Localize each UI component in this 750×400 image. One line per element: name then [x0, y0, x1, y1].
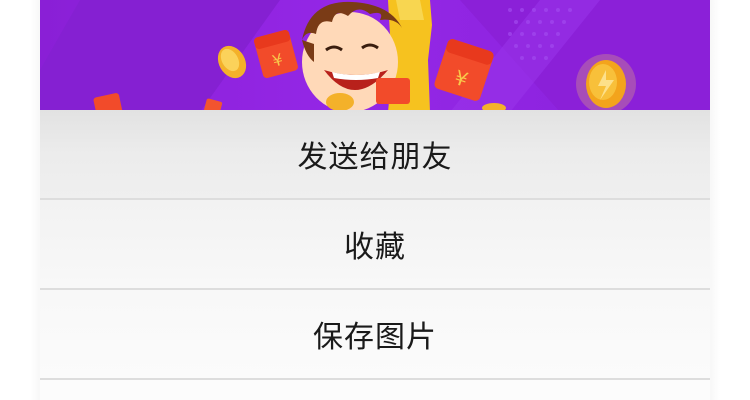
phone-screen: ¥ ¥ 发送给朋友 收藏 保存图片 [40, 0, 710, 400]
next-action-button[interactable] [40, 380, 710, 400]
promo-banner-image: ¥ ¥ [40, 0, 710, 112]
gold-coin-icon [576, 54, 636, 112]
banner-illustration: ¥ ¥ [40, 0, 710, 112]
share-action-sheet: 发送给朋友 收藏 保存图片 [40, 110, 710, 400]
send-to-friend-button[interactable]: 发送给朋友 [40, 110, 710, 198]
save-image-button[interactable]: 保存图片 [40, 290, 710, 378]
cartoon-boy-icon [302, 0, 432, 112]
screen: ¥ ¥ 发送给朋友 收藏 保存图片 [0, 0, 750, 400]
right-edge-shadow [710, 0, 720, 400]
red-packet-icon: ¥ [254, 29, 298, 79]
left-edge-shadow [30, 0, 40, 400]
favorite-button[interactable]: 收藏 [40, 200, 710, 288]
banner-band-left [40, 0, 280, 112]
